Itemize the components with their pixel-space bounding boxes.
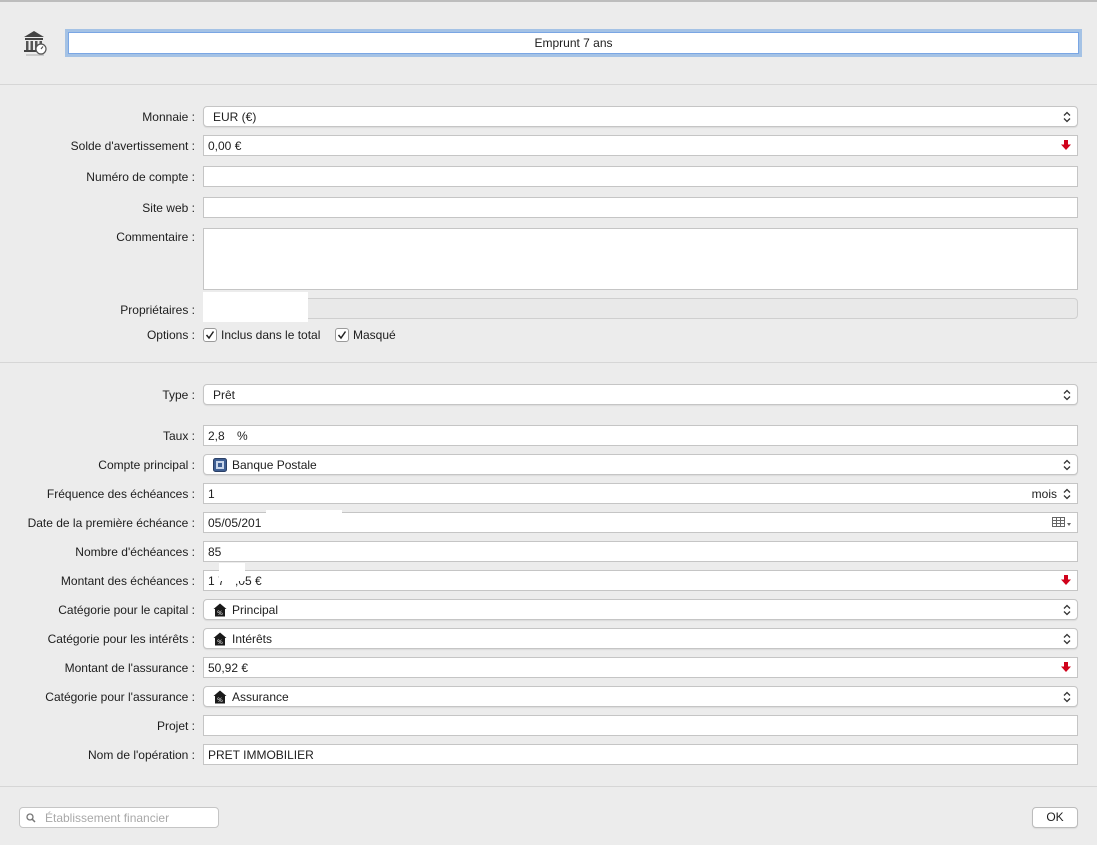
interest-category-select[interactable]: % Intérêts [203,628,1078,649]
currency-value: EUR (€) [213,110,257,124]
updown-arrows-icon [1063,389,1071,401]
capital-category-value: Principal [232,603,279,617]
updown-arrows-icon[interactable] [1063,488,1071,500]
insurance-category-select[interactable]: % Assurance [203,686,1078,707]
rate-field[interactable]: 2,8 % [203,425,1078,446]
frequency-field[interactable]: 1 mois [203,483,1078,504]
operation-name-value: PRET IMMOBILIER [208,748,314,762]
interest-category-value: Intérêts [232,632,273,646]
red-down-arrow-icon[interactable] [1060,139,1072,151]
svg-text:%: % [217,610,223,617]
amount-field[interactable]: 1 7 ,05 € [203,570,1078,591]
capital-category-select[interactable]: % Principal [203,599,1078,620]
frequency-unit-select[interactable]: mois [1032,485,1057,503]
insurance-category-label: Catégorie pour l'assurance : [45,690,195,704]
account-number-label: Numéro de compte : [86,170,195,184]
institution-search-field[interactable]: Établissement financier [19,807,219,828]
first-due-label: Date de la première échéance : [27,516,195,530]
updown-arrows-icon [1063,691,1071,703]
rate-unit: % [237,429,248,443]
rate-value: 2,8 [208,429,225,443]
red-down-arrow-icon[interactable] [1060,574,1072,586]
updown-arrows-icon [1063,111,1071,123]
count-label: Nombre d'échéances : [75,545,195,559]
warning-balance-field[interactable]: 0,00 € [203,135,1078,156]
redaction-patch [203,292,308,322]
insurance-amount-field[interactable]: 50,92 € [203,657,1078,678]
operation-name-label: Nom de l'opération : [87,748,195,762]
house-percent-icon: % [213,632,227,646]
owners-token-field[interactable] [203,298,1078,319]
redaction-patch [219,563,245,581]
ok-button[interactable]: OK [1032,807,1078,828]
warning-balance-value: 0,00 € [208,139,242,153]
window-top-border [0,0,1097,2]
frequency-value: 1 [208,487,215,501]
type-value: Prêt [213,388,236,402]
count-field[interactable]: 85 [203,541,1078,562]
main-account-value: Banque Postale [232,458,317,472]
search-placeholder: Établissement financier [45,811,170,825]
include-total-label: Inclus dans le total [221,328,321,342]
currency-label: Monnaie : [142,110,195,124]
red-down-arrow-icon[interactable] [1060,661,1072,673]
footer-separator [0,786,1097,787]
section-separator [0,362,1097,363]
include-total-checkbox[interactable] [203,328,217,342]
frequency-label: Fréquence des échéances : [46,487,195,501]
project-field[interactable] [203,715,1078,736]
search-icon [26,813,36,823]
updown-arrows-icon [1063,633,1071,645]
checkmark-icon [205,331,215,340]
main-account-label: Compte principal : [98,458,195,472]
checkmark-icon [337,331,347,340]
warning-balance-label: Solde d'avertissement : [70,139,195,153]
main-account-select[interactable]: Banque Postale [203,454,1078,475]
website-field[interactable] [203,197,1078,218]
svg-text:%: % [217,639,223,646]
comment-textarea[interactable] [203,228,1078,290]
comment-label: Commentaire : [116,230,195,244]
account-title-input[interactable]: Emprunt 7 ans [68,32,1079,54]
amount-label: Montant des échéances : [60,574,195,588]
insurance-amount-label: Montant de l'assurance : [64,661,195,675]
currency-select[interactable]: EUR (€) [203,106,1078,127]
capital-category-label: Catégorie pour le capital : [58,603,195,617]
first-due-value: 05/05/201 [208,516,262,530]
count-value: 85 [208,545,222,559]
type-label: Type : [162,388,195,402]
redaction-patch [266,510,342,515]
insurance-category-value: Assurance [232,690,289,704]
interest-category-label: Catégorie pour les intérêts : [47,632,195,646]
house-percent-icon: % [213,603,227,617]
house-percent-icon: % [213,690,227,704]
account-number-field[interactable] [203,166,1078,187]
website-label: Site web : [142,201,195,215]
insurance-amount-value: 50,92 € [208,661,249,675]
hidden-label: Masqué [353,328,396,342]
type-select[interactable]: Prêt [203,384,1078,405]
account-title-text: Emprunt 7 ans [534,36,613,50]
project-label: Projet : [156,719,195,733]
hidden-checkbox[interactable] [335,328,349,342]
owners-label: Propriétaires : [120,303,195,317]
updown-arrows-icon [1063,604,1071,616]
updown-arrows-icon [1063,459,1071,471]
operation-name-field[interactable]: PRET IMMOBILIER [203,744,1078,765]
bank-account-icon [213,458,227,472]
header-separator [0,84,1097,85]
options-label: Options : [146,328,195,342]
bank-icon [22,29,48,57]
rate-label: Taux : [162,429,195,443]
calendar-icon[interactable] [1052,517,1072,528]
first-due-date-field[interactable]: 05/05/201 [203,512,1078,533]
svg-text:%: % [217,697,223,704]
